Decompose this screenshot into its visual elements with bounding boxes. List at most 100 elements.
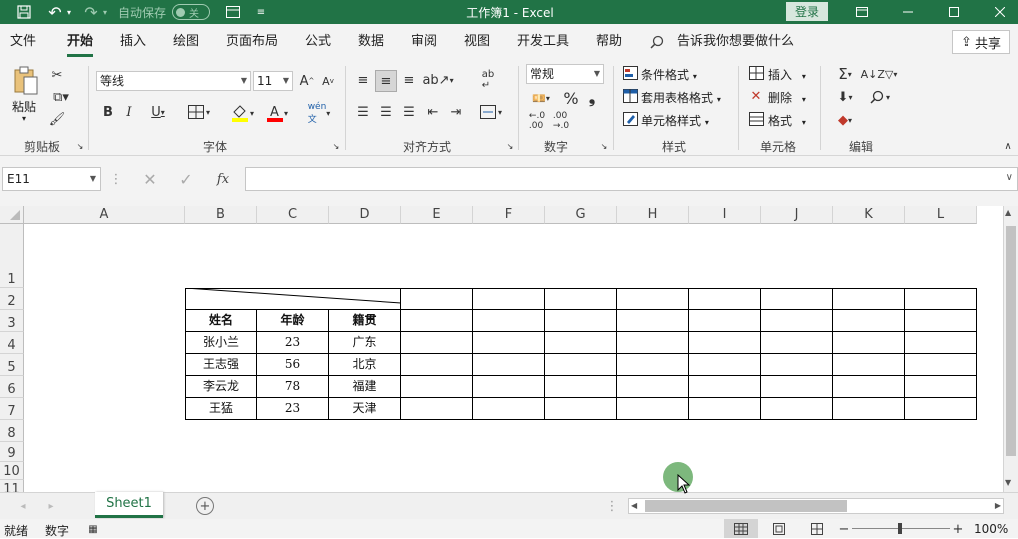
cell-e6[interactable] xyxy=(401,376,473,398)
paste-icon[interactable] xyxy=(10,66,42,96)
font-name-select[interactable]: 等线 ▼ xyxy=(96,71,251,91)
column-header-b[interactable]: B xyxy=(185,206,257,224)
cell-c3[interactable]: 年龄 xyxy=(257,310,329,332)
cell-d5[interactable]: 北京 xyxy=(329,354,401,376)
expand-formula-icon[interactable]: ∨ xyxy=(1006,172,1013,183)
tell-me-search[interactable]: 告诉我你想要做什么 xyxy=(677,24,794,60)
cell-f3[interactable] xyxy=(473,310,545,332)
cell-i5[interactable] xyxy=(689,354,761,376)
format-cells-button[interactable]: 格式 ▾ xyxy=(768,112,806,129)
cell-c5[interactable]: 56 xyxy=(257,354,329,376)
ribbon-display-icon[interactable] xyxy=(852,0,872,24)
copy-icon[interactable]: ⧉▾ xyxy=(48,88,74,106)
cell-j7[interactable] xyxy=(761,398,833,420)
undo-icon[interactable]: ↶ xyxy=(44,0,66,24)
confirm-entry-icon[interactable]: ✓ xyxy=(176,170,196,189)
formula-input[interactable]: ∨ xyxy=(245,167,1018,191)
cell-i3[interactable] xyxy=(689,310,761,332)
cell-k6[interactable] xyxy=(833,376,905,398)
column-header-j[interactable]: J xyxy=(761,206,833,224)
align-center-icon[interactable]: ☰ xyxy=(376,102,396,122)
horizontal-scroll-thumb[interactable] xyxy=(645,500,847,512)
cell-e2[interactable] xyxy=(401,288,473,310)
cell-l5[interactable] xyxy=(905,354,977,376)
align-middle-icon[interactable]: ≡ xyxy=(375,70,397,92)
currency-icon[interactable]: 💴 ▾ xyxy=(526,88,556,108)
insert-cells-button[interactable]: 插入 ▾ xyxy=(768,66,806,83)
autosum-icon[interactable]: Σ ▾ xyxy=(830,64,860,84)
cell-h4[interactable] xyxy=(617,332,689,354)
wrap-text-icon[interactable]: ab ↵ xyxy=(478,68,498,92)
cell-c4[interactable]: 23 xyxy=(257,332,329,354)
borders-icon[interactable]: ▾ xyxy=(184,102,214,122)
column-header-k[interactable]: K xyxy=(833,206,905,224)
cell-d4[interactable]: 广东 xyxy=(329,332,401,354)
cell-f2[interactable] xyxy=(473,288,545,310)
orientation-icon[interactable]: ab↗ ▾ xyxy=(422,70,453,90)
menu-data[interactable]: 数据 xyxy=(358,24,384,60)
next-sheet-icon[interactable]: ▸ xyxy=(44,499,58,513)
cell-l7[interactable] xyxy=(905,398,977,420)
cell-i4[interactable] xyxy=(689,332,761,354)
drag-handle-icon[interactable]: ⋮ xyxy=(110,172,123,187)
font-size-select[interactable]: 11 ▼ xyxy=(253,71,293,91)
customize-toolbar-icon[interactable]: ≡ xyxy=(254,0,268,24)
cell-i2[interactable] xyxy=(689,288,761,310)
decrease-decimal-icon[interactable]: .00 →.0 xyxy=(550,110,572,132)
cell-g2[interactable] xyxy=(545,288,617,310)
prev-sheet-icon[interactable]: ◂ xyxy=(16,499,30,513)
row-header-8[interactable]: 8 xyxy=(0,420,24,442)
row-header-6[interactable]: 6 xyxy=(0,376,24,398)
column-header-l[interactable]: L xyxy=(905,206,977,224)
cell-l4[interactable] xyxy=(905,332,977,354)
underline-icon[interactable]: U ▾ xyxy=(143,102,173,122)
row-header-5[interactable]: 5 xyxy=(0,354,24,376)
menu-view[interactable]: 视图 xyxy=(464,24,490,60)
delete-cells-icon[interactable]: ✕ xyxy=(748,87,764,105)
menu-developer[interactable]: 开发工具 xyxy=(517,24,569,60)
align-right-icon[interactable]: ☰ xyxy=(399,102,419,122)
scroll-left-icon[interactable]: ◀ xyxy=(631,499,637,513)
cell-f6[interactable] xyxy=(473,376,545,398)
select-all-corner[interactable] xyxy=(0,206,24,224)
increase-font-icon[interactable]: A ^ xyxy=(298,71,316,91)
conditional-format-icon[interactable] xyxy=(622,64,638,82)
cancel-entry-icon[interactable]: ✕ xyxy=(140,170,160,189)
conditional-format-button[interactable]: 条件格式 ▾ xyxy=(641,66,697,83)
increase-indent-icon[interactable]: ⇥ xyxy=(446,102,466,122)
column-header-f[interactable]: F xyxy=(473,206,545,224)
find-select-icon[interactable]: ▾ xyxy=(866,87,894,107)
cell-f5[interactable] xyxy=(473,354,545,376)
column-header-c[interactable]: C xyxy=(257,206,329,224)
clear-icon[interactable]: ◆ ▾ xyxy=(830,110,860,130)
scroll-right-icon[interactable]: ▶ xyxy=(995,499,1001,513)
column-header-a[interactable]: A xyxy=(24,206,185,224)
cell-h7[interactable] xyxy=(617,398,689,420)
menu-formulas[interactable]: 公式 xyxy=(305,24,331,60)
column-header-i[interactable]: I xyxy=(689,206,761,224)
table-format-button[interactable]: 套用表格格式 ▾ xyxy=(641,89,721,106)
insert-function-icon[interactable]: fx xyxy=(212,170,234,188)
cell-l6[interactable] xyxy=(905,376,977,398)
zoom-out-icon[interactable]: − xyxy=(838,521,850,537)
cell-style-icon[interactable] xyxy=(622,110,638,128)
merge-center-icon[interactable]: ▾ xyxy=(476,102,506,122)
redo-icon[interactable]: ↷ xyxy=(80,0,102,24)
sheet-tab-sheet1[interactable]: Sheet1 xyxy=(95,492,163,518)
cell-e3[interactable] xyxy=(401,310,473,332)
cell-g7[interactable] xyxy=(545,398,617,420)
column-header-h[interactable]: H xyxy=(617,206,689,224)
row-header-2[interactable]: 2 xyxy=(0,288,24,310)
menu-insert[interactable]: 插入 xyxy=(120,24,146,60)
font-launcher-icon[interactable]: ↘ xyxy=(332,142,340,151)
cell-k4[interactable] xyxy=(833,332,905,354)
autosave-toggle[interactable]: 关 xyxy=(172,4,210,20)
column-header-d[interactable]: D xyxy=(329,206,401,224)
fill-icon[interactable]: ⬇ ▾ xyxy=(830,87,860,107)
zoom-level[interactable]: 100% xyxy=(974,522,1008,536)
zoom-in-icon[interactable]: + xyxy=(952,521,964,537)
cell-g4[interactable] xyxy=(545,332,617,354)
cell-h5[interactable] xyxy=(617,354,689,376)
cell-j5[interactable] xyxy=(761,354,833,376)
cell-g3[interactable] xyxy=(545,310,617,332)
